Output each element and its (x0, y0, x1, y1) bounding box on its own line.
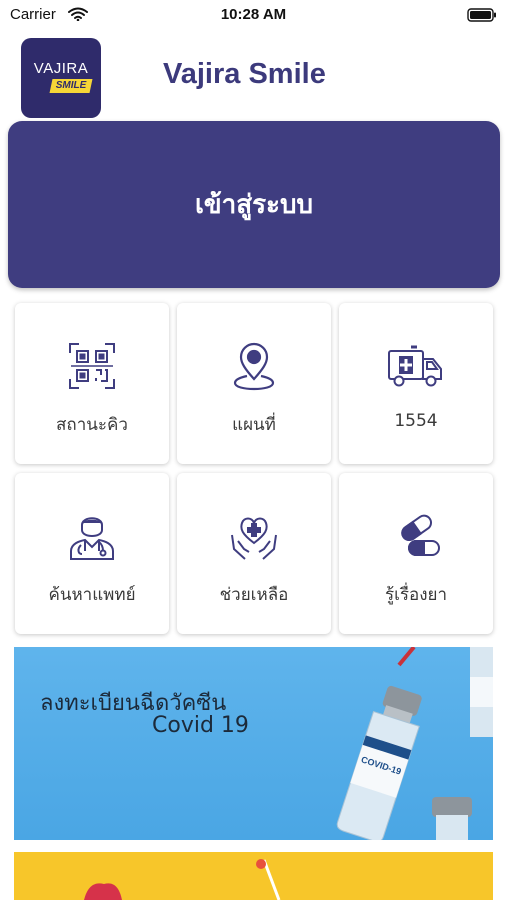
doctor-icon (70, 517, 114, 560)
ambulance-icon (388, 345, 442, 387)
status-bar: Carrier 10:28 AM (0, 0, 507, 30)
tile-label: ค้นหาแพทย์ (48, 585, 136, 605)
tile-help[interactable]: ช่วยเหลือ (177, 473, 331, 634)
pill-icon (401, 514, 440, 556)
app-title: Vajira Smile (163, 58, 326, 90)
promo-banner[interactable] (14, 852, 493, 900)
tile-label: แผนที่ (232, 415, 276, 435)
tile-queue-status[interactable]: สถานะคิว (15, 303, 169, 464)
logo-badge-text: SMILE (55, 80, 87, 91)
tile-hotline[interactable]: 1554 (339, 303, 493, 464)
battery-icon (467, 8, 496, 22)
login-label: เข้าสู่ระบบ (194, 190, 314, 220)
logo-wordmark: VAJIRA (33, 60, 89, 77)
app-logo: VAJIRA SMILE (21, 38, 101, 118)
login-button[interactable]: เข้าสู่ระบบ (8, 121, 500, 288)
tile-find-doctor[interactable]: ค้นหาแพทย์ (15, 473, 169, 634)
promo-banner-illustration (84, 859, 281, 900)
qr-code-icon (69, 343, 115, 389)
heart-hands-icon (231, 517, 277, 560)
tile-label: สถานะคิว (56, 415, 128, 435)
tile-label: ช่วยเหลือ (219, 585, 289, 605)
tile-drug-info[interactable]: รู้เรื่องยา (339, 473, 493, 634)
vaccine-registration-banner[interactable]: ลงทะเบียนฉีดวัคซีน Covid 19 COVID-19 (14, 647, 493, 840)
tile-label: รู้เรื่องยา (384, 585, 448, 605)
map-pin-icon (233, 342, 275, 391)
banner-subheadline: Covid 19 (152, 713, 249, 738)
clock-label: 10:28 AM (220, 6, 287, 23)
tile-map[interactable]: แผนที่ (177, 303, 331, 464)
tile-label: 1554 (394, 411, 438, 431)
vaccine-vial-illustration: COVID-19 (336, 647, 493, 840)
